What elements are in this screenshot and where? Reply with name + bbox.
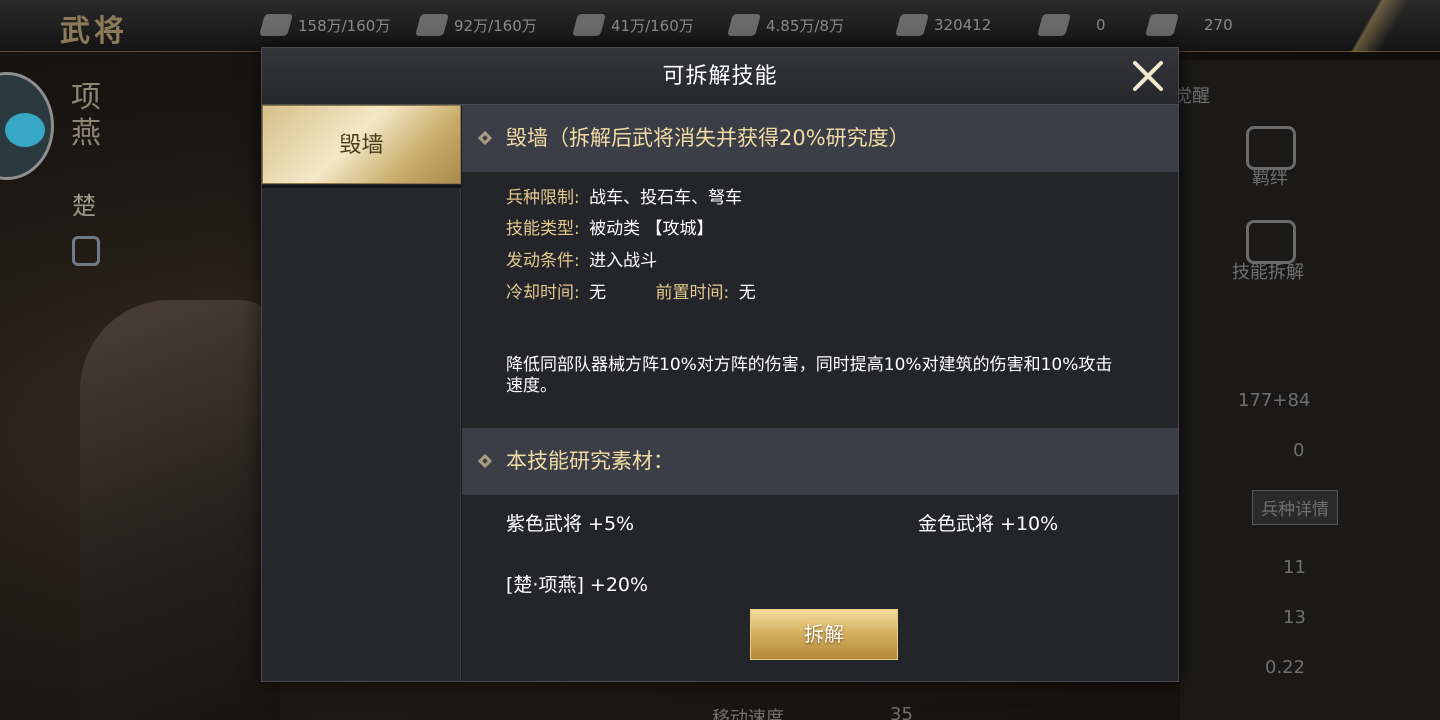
attr-value: 无: [738, 283, 756, 303]
iron-icon: [727, 14, 761, 36]
move-speed-value: 35: [890, 704, 913, 720]
resource-stone[interactable]: 41万/160万: [572, 14, 694, 36]
attr-label: 技能类型:: [506, 219, 580, 239]
bond-label[interactable]: 羁绊: [1252, 164, 1288, 190]
dialog-header: 可拆解技能: [262, 48, 1178, 105]
troop-limit-row: 兵种限制: 战车、投石车、弩车: [506, 183, 742, 208]
resource-value: 0: [1096, 16, 1106, 34]
stat-value: 0.22: [1265, 657, 1306, 678]
flower-icon: [5, 113, 45, 147]
materials-header-bar: 本技能研究素材：: [462, 428, 1178, 495]
stat-value: 177+84: [1238, 390, 1311, 411]
material-item: 金色武将 +10%: [918, 513, 1059, 535]
dialog-title: 可拆解技能: [662, 64, 778, 89]
stone-icon: [572, 14, 606, 36]
resource-iron[interactable]: 4.85万/8万: [727, 14, 844, 36]
attr-label: 发动条件:: [506, 251, 580, 271]
general-faction: 楚: [72, 192, 96, 220]
wheat-icon: [259, 14, 293, 36]
decompose-button[interactable]: 拆解: [750, 609, 898, 660]
resource-value: 158万/160万: [298, 16, 391, 35]
side-menu-avatar-icon[interactable]: [0, 72, 54, 180]
stat-value: 0: [1293, 440, 1305, 461]
attr-label: 兵种限制:: [506, 188, 580, 208]
resource-wood[interactable]: 92万/160万: [415, 14, 537, 36]
back-button[interactable]: [1320, 0, 1440, 52]
stat-value: 13: [1283, 607, 1306, 628]
materials-header: 本技能研究素材：: [506, 449, 674, 473]
diamond-bullet-icon: [477, 453, 493, 469]
move-speed-label: 移动速度: [712, 708, 784, 720]
tab-skill-huiqiang[interactable]: 毁墙: [262, 105, 461, 184]
resource-value: 41万/160万: [611, 16, 694, 35]
close-button[interactable]: [1128, 56, 1168, 96]
tab-divider: [262, 185, 461, 188]
diamond-bullet-icon: [477, 130, 493, 146]
resource-value: 92万/160万: [454, 16, 537, 35]
attr-label: 前置时间:: [655, 283, 730, 303]
skill-decompose-label[interactable]: 技能拆解: [1232, 258, 1304, 284]
skill-list: 毁墙: [262, 105, 461, 681]
top-resource-bar: 武将 158万/160万 92万/160万 41万/160万 4.85万/8万 …: [0, 0, 1440, 52]
skill-type-row: 技能类型: 被动类 【攻城】: [506, 214, 714, 239]
copper-icon: [895, 14, 929, 36]
gold-ingot-icon: [1145, 14, 1179, 36]
close-icon: [1133, 61, 1163, 91]
general-info-panel: 觉醒 羁绊 技能拆解 177+84 0 兵种详情 11 13 0.22: [1174, 60, 1440, 720]
silver-ingot-icon: [1037, 14, 1071, 36]
attr-value: 被动类 【攻城】: [589, 219, 714, 239]
screen-title: 武将: [60, 14, 128, 49]
attr-value: 无: [589, 283, 607, 303]
wood-icon: [415, 14, 449, 36]
skill-header-bar: 毁墙（拆解后武将消失并获得20%研究度）: [462, 105, 1178, 172]
material-item: [楚·项燕] +20%: [506, 574, 649, 596]
resource-value: 4.85万/8万: [766, 16, 844, 35]
cooldown-row: 冷却时间: 无 前置时间: 无: [506, 278, 756, 303]
resource-value: 270: [1204, 16, 1233, 34]
resource-value: 320412: [934, 16, 992, 34]
general-name: 项燕: [71, 80, 101, 151]
resource-wheat[interactable]: 158万/160万: [259, 14, 391, 36]
attr-value: 战车、投石车、弩车: [589, 188, 743, 208]
attr-label: 冷却时间:: [506, 283, 580, 303]
stat-value: 11: [1283, 557, 1306, 578]
general-portrait: [80, 300, 280, 720]
skill-description: 降低同部队器械方阵10%对方阵的伤害，同时提高10%对建筑的伤害和10%攻击速度…: [506, 355, 1113, 396]
skill-decompose-dialog: 可拆解技能 毁墙 毁墙（拆解后武将消失并获得20%研究度） 兵种限制: 战车、投…: [261, 47, 1179, 682]
lock-icon[interactable]: [72, 236, 100, 266]
material-item: 紫色武将 +5%: [506, 513, 635, 535]
trigger-row: 发动条件: 进入战斗: [506, 246, 657, 271]
troop-detail-button[interactable]: 兵种详情: [1252, 490, 1338, 525]
skill-detail-panel: 毁墙（拆解后武将消失并获得20%研究度） 兵种限制: 战车、投石车、弩车 技能类…: [462, 105, 1178, 681]
attr-value: 进入战斗: [589, 251, 658, 271]
awaken-tab[interactable]: 觉醒: [1174, 82, 1210, 108]
resource-silver[interactable]: 0: [1037, 14, 1106, 36]
skill-header: 毁墙（拆解后武将消失并获得20%研究度）: [506, 126, 910, 150]
resource-copper[interactable]: 320412: [895, 14, 992, 36]
resource-gold[interactable]: 270: [1145, 14, 1233, 36]
